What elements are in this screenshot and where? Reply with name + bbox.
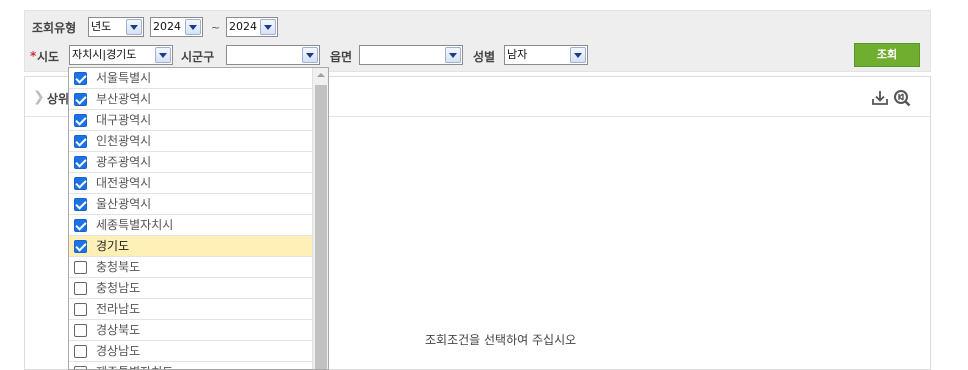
checkbox-checked-icon[interactable] <box>74 240 87 253</box>
sido-option-label: 제주특별자치도 <box>96 365 173 369</box>
sido-option[interactable]: 전라남도 <box>69 299 313 320</box>
chevron-down-icon <box>260 19 276 35</box>
sido-option[interactable]: 경기도 <box>69 236 313 257</box>
dropdown-scrollbar[interactable] <box>312 68 328 369</box>
download-icon[interactable] <box>871 89 889 107</box>
scrollbar-thumb[interactable] <box>315 85 327 369</box>
chevron-down-icon <box>445 47 461 63</box>
sido-option[interactable]: 서울특별시 <box>69 68 313 89</box>
sigungu-label: 시군구 <box>181 50 215 64</box>
chevron-right-icon: ❯ <box>33 89 45 105</box>
chevron-down-icon <box>126 19 142 35</box>
sido-option-label: 광주광역시 <box>96 155 152 169</box>
year-to-value: 2024 <box>229 20 257 33</box>
required-mark: * <box>30 49 37 63</box>
sido-option-label: 대구광역시 <box>96 113 152 127</box>
result-title: 상위 <box>47 92 70 106</box>
sido-label: 시도 <box>37 50 60 64</box>
checkbox-unchecked-icon[interactable] <box>74 324 87 337</box>
gender-select-value: 남자 <box>507 48 528 61</box>
checkbox-checked-icon[interactable] <box>74 72 87 85</box>
sido-select-value: 자치시|경기도 <box>72 48 137 61</box>
sido-option[interactable]: 울산광역시 <box>69 194 313 215</box>
sido-option-label: 울산광역시 <box>96 197 152 211</box>
sido-option-label: 충청북도 <box>96 260 141 274</box>
type-select[interactable]: 년도 <box>88 17 144 37</box>
search-button[interactable]: 조회 <box>854 43 920 67</box>
year-from-value: 2024 <box>153 20 181 33</box>
sido-option[interactable]: 인천광역시 <box>69 131 313 152</box>
checkbox-unchecked-icon[interactable] <box>74 261 87 274</box>
checkbox-checked-icon[interactable] <box>74 93 87 106</box>
sido-option-label: 대전광역시 <box>96 176 152 190</box>
zoom-reset-icon[interactable] <box>893 89 911 107</box>
sido-dropdown-list[interactable]: 서울특별시부산광역시대구광역시인천광역시광주광역시대전광역시울산광역시세종특별자… <box>68 67 329 370</box>
sigungu-select[interactable] <box>226 45 320 65</box>
sido-option[interactable]: 경상남도 <box>69 341 313 362</box>
sido-option-label: 경기도 <box>96 239 130 253</box>
sido-option-label: 경상북도 <box>96 323 141 337</box>
chevron-down-icon <box>570 47 586 63</box>
gender-select[interactable]: 남자 <box>504 45 588 65</box>
sido-option[interactable]: 세종특별자치시 <box>69 215 313 236</box>
eupmyeon-select[interactable] <box>359 45 463 65</box>
sido-select[interactable]: 자치시|경기도 <box>69 45 173 65</box>
checkbox-checked-icon[interactable] <box>74 198 87 211</box>
checkbox-unchecked-icon[interactable] <box>74 345 87 358</box>
sido-option[interactable]: 부산광역시 <box>69 89 313 110</box>
sido-option[interactable]: 대전광역시 <box>69 173 313 194</box>
type-label: 조회유형 <box>32 21 77 35</box>
empty-result-message: 조회조건을 선택하여 주십시오 <box>425 333 577 347</box>
eupmyeon-label: 읍면 <box>330 50 353 64</box>
sido-option-label: 부산광역시 <box>96 92 152 106</box>
chevron-down-icon <box>155 47 171 63</box>
search-panel: 조회유형 년도 2024 ~ 2024 * 시도 자치시|경기도 시군구 읍면 … <box>24 10 931 72</box>
sido-option-label: 세종특별자치시 <box>96 218 174 232</box>
sido-option-label: 전라남도 <box>96 302 141 316</box>
sido-option-label: 서울특별시 <box>96 71 152 85</box>
sido-option[interactable]: 충청북도 <box>69 257 313 278</box>
checkbox-checked-icon[interactable] <box>74 156 87 169</box>
sido-option[interactable]: 충청남도 <box>69 278 313 299</box>
type-select-value: 년도 <box>91 20 112 33</box>
checkbox-unchecked-icon[interactable] <box>74 303 87 316</box>
gender-label: 성별 <box>473 50 496 64</box>
sido-option[interactable]: 제주특별자치도 <box>69 362 313 369</box>
sido-option-label: 인천광역시 <box>96 134 152 148</box>
sido-option[interactable]: 광주광역시 <box>69 152 313 173</box>
checkbox-checked-icon[interactable] <box>74 219 87 232</box>
checkbox-unchecked-icon[interactable] <box>74 282 87 295</box>
sido-option-list: 서울특별시부산광역시대구광역시인천광역시광주광역시대전광역시울산광역시세종특별자… <box>69 68 313 369</box>
checkbox-checked-icon[interactable] <box>74 177 87 190</box>
sido-option-label: 경상남도 <box>96 344 141 358</box>
sido-option-label: 충청남도 <box>96 281 141 295</box>
checkbox-checked-icon[interactable] <box>74 135 87 148</box>
year-from-select[interactable]: 2024 <box>150 17 203 37</box>
chevron-down-icon <box>302 47 318 63</box>
sido-option[interactable]: 대구광역시 <box>69 110 313 131</box>
chevron-down-icon <box>185 19 201 35</box>
scroll-up-arrow-icon[interactable] <box>313 68 328 84</box>
sido-option[interactable]: 경상북도 <box>69 320 313 341</box>
year-range-separator: ~ <box>211 21 221 34</box>
checkbox-checked-icon[interactable] <box>74 114 87 127</box>
checkbox-unchecked-icon[interactable] <box>74 366 87 369</box>
year-to-select[interactable]: 2024 <box>226 17 278 37</box>
